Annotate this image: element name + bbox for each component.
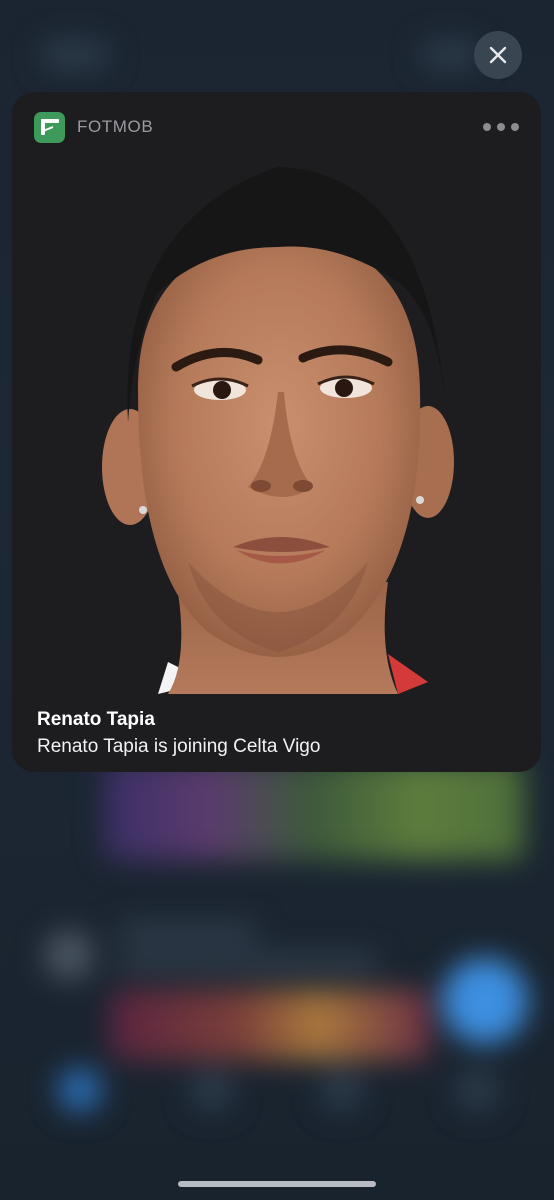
fotmob-logo-icon bbox=[34, 111, 65, 143]
home-indicator[interactable] bbox=[178, 1181, 376, 1187]
app-name: FOTMOB bbox=[77, 117, 154, 136]
notification-body: Renato Tapia is joining Celta Vigo bbox=[37, 736, 321, 757]
close-button[interactable] bbox=[474, 31, 522, 79]
more-options-button[interactable] bbox=[483, 117, 519, 137]
notification-header: FOTMOB bbox=[34, 111, 519, 143]
notification-card[interactable]: FOTMOB Renato Tapia Renato Tapia is join… bbox=[12, 92, 541, 772]
player-portrait bbox=[102, 167, 454, 694]
lock-screen: FOTMOB Renato Tapia Renato Tapia is join… bbox=[0, 0, 554, 1200]
close-icon bbox=[489, 46, 507, 64]
more-options-icon bbox=[483, 123, 491, 131]
notification-title: Renato Tapia bbox=[37, 709, 155, 730]
